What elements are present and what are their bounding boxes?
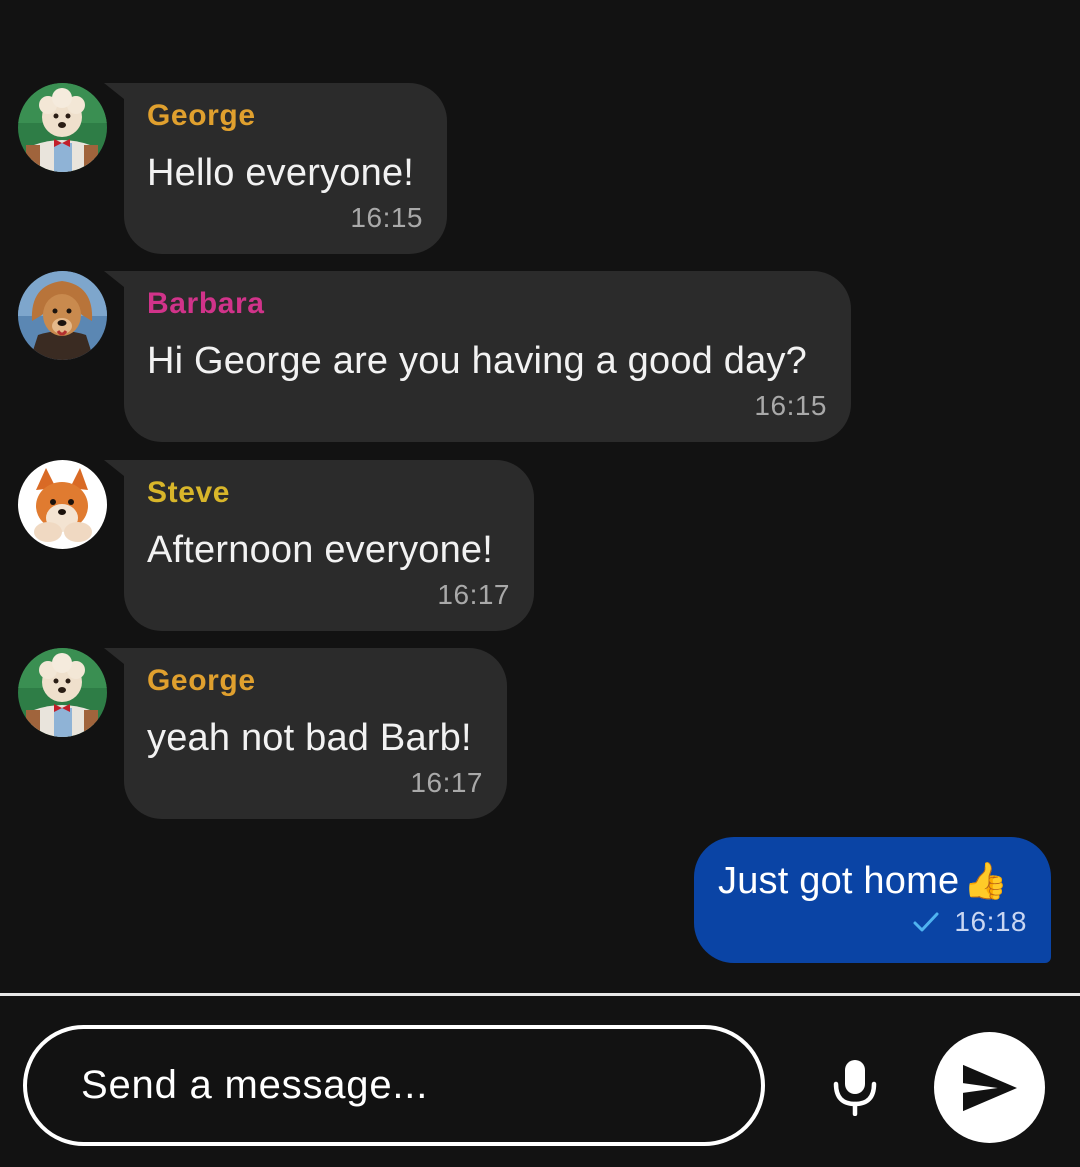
- check-icon: [913, 912, 939, 932]
- chat-screen: George Hello everyone! 16:15 Barbara Hi …: [0, 0, 1080, 1167]
- dog-wig-avatar[interactable]: [18, 271, 107, 360]
- mic-icon[interactable]: [830, 1058, 880, 1117]
- fox-pomeranian-avatar[interactable]: [18, 460, 107, 549]
- message-input[interactable]: [81, 1063, 721, 1108]
- message-time: 16:15: [350, 202, 423, 233]
- message-composer: [0, 996, 1080, 1167]
- sender-name: Barbara: [147, 287, 265, 320]
- message-bubble[interactable]: George Hello everyone! 16:15: [104, 83, 447, 254]
- thumbs-up-emoji: 👍: [963, 860, 1009, 901]
- message-text: Afternoon everyone!: [147, 529, 494, 571]
- message-text: Just got home 👍: [718, 859, 1027, 903]
- message-text: Hello everyone!: [147, 152, 415, 194]
- message-text: Hi George are you having a good day?: [147, 340, 807, 382]
- poodle-avatar[interactable]: [18, 648, 107, 737]
- message-input-container[interactable]: [23, 1025, 765, 1146]
- message-text-body: Just got home: [718, 860, 960, 902]
- message-bubble[interactable]: Steve Afternoon everyone! 16:17: [104, 460, 534, 631]
- message-time: 16:15: [754, 390, 827, 421]
- message-bubble[interactable]: George yeah not bad Barb! 16:17: [104, 648, 507, 819]
- message-bubble[interactable]: Barbara Hi George are you having a good …: [104, 271, 851, 442]
- sender-name: George: [147, 664, 256, 697]
- send-button[interactable]: [934, 1032, 1045, 1143]
- message-time: 16:17: [410, 767, 483, 798]
- message-list[interactable]: George Hello everyone! 16:15 Barbara Hi …: [0, 0, 1080, 995]
- send-icon: [962, 1064, 1017, 1111]
- sender-name: Steve: [147, 476, 231, 509]
- message-text: yeah not bad Barb!: [147, 717, 472, 759]
- message-time: 16:17: [437, 579, 510, 610]
- poodle-avatar[interactable]: [18, 83, 107, 172]
- my-message-bubble[interactable]: Just got home 👍 16:18: [694, 837, 1051, 963]
- message-meta: 16:18: [718, 905, 1027, 939]
- message-time: 16:18: [954, 906, 1027, 937]
- sender-name: George: [147, 99, 256, 132]
